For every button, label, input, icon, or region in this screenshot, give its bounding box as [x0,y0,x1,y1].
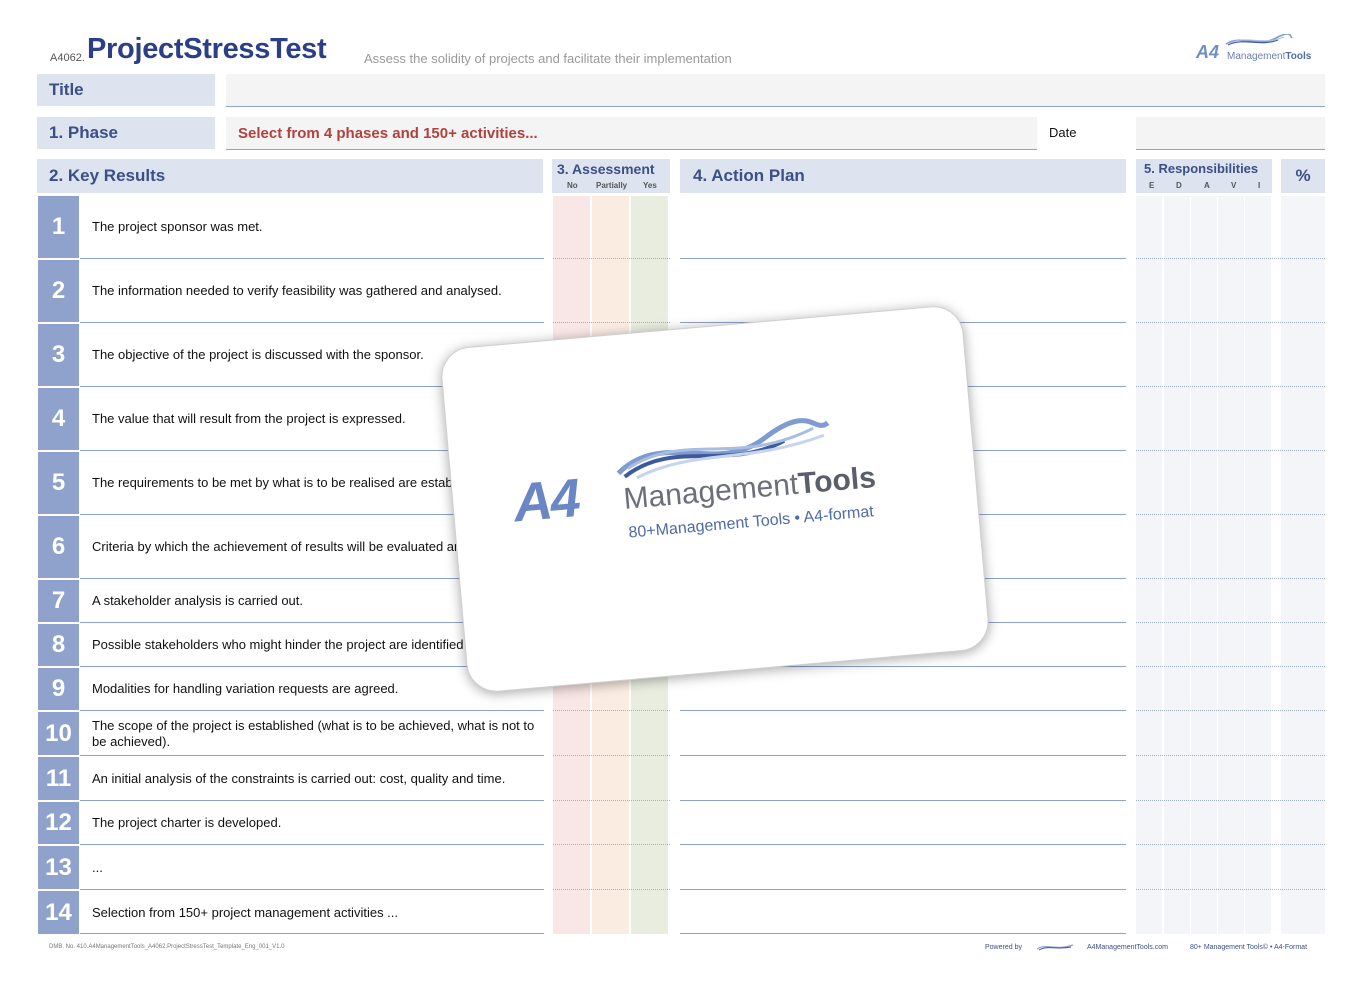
action-plan-line [680,800,1126,801]
row-divider [80,889,544,890]
row-number: 11 [38,757,79,800]
responsibility-divider [1136,578,1325,579]
date-field[interactable] [1136,117,1325,150]
footer-powered-by: Powered by [985,944,1022,951]
action-plan-line [680,258,1126,259]
row-number: 8 [38,624,79,666]
action-plan-line [680,710,1126,711]
resp-e-label: E [1149,181,1155,190]
key-result-text: Selection from 150+ project management a… [92,904,399,920]
responsibility-divider [1136,666,1325,667]
row-divider [80,755,544,756]
action-plan-line [680,933,1126,934]
resp-a-column[interactable] [1191,196,1217,934]
phase-label: 1. Phase [37,117,215,149]
action-plan-header: 4. Action Plan [680,159,1126,193]
row-number: 2 [38,260,79,322]
row-number: 4 [38,388,79,450]
responsibility-divider [1136,710,1325,711]
responsibilities-title: 5. Responsibilities [1144,161,1259,176]
assessment-header: 3. Assessment No Partially Yes [552,159,670,193]
overlay-a4-text: A4 [511,468,582,534]
responsibility-divider [1136,450,1325,451]
responsibility-divider [1136,755,1325,756]
responsibility-divider [1136,844,1325,845]
document-code: A4062. [50,52,85,64]
assessment-no-label: No [567,181,578,190]
action-plan-line [680,755,1126,756]
assessment-yes-label: Yes [643,181,657,190]
resp-d-column[interactable] [1164,196,1190,934]
page-subtitle: Assess the solidity of projects and faci… [364,51,732,66]
logo-a4-text: A4 [1196,42,1220,62]
responsibility-divider [1136,258,1325,259]
row-divider [80,844,544,845]
percent-column[interactable] [1281,196,1325,934]
action-plan-line [680,889,1126,890]
assessment-divider [553,322,670,323]
row-divider [80,258,544,259]
key-result-text: ... [92,859,103,875]
brand-logo: A4 ManagementTools [1194,34,1324,68]
assessment-divider [553,800,670,801]
key-results-header: 2. Key Results [37,159,543,193]
resp-v-column[interactable] [1218,196,1244,934]
assessment-divider [553,710,670,711]
footer-url[interactable]: A4ManagementTools.com [1087,944,1168,951]
responsibility-divider [1136,386,1325,387]
key-result-text: The project sponsor was met. [92,219,263,234]
resp-i-label: I [1258,181,1261,190]
row-number: 9 [38,668,79,710]
assessment-divider [553,889,670,890]
row-number: 1 [38,196,79,258]
row-divider [80,710,544,711]
row-divider [80,322,544,323]
wave-icon [1225,34,1293,46]
resp-v-label: V [1231,181,1237,190]
row-divider [80,933,544,934]
row-number: 13 [38,846,79,889]
row-number: 10 [38,712,79,755]
key-result-text: The scope of the project is established … [92,717,535,749]
resp-i-column[interactable] [1245,196,1271,934]
footer-doc-reference: DMB. No. 410.A4ManagementTools_A4062.Pro… [49,944,285,950]
resp-a-label: A [1204,181,1210,190]
key-result-text: The project charter is developed. [92,815,282,830]
resp-d-label: D [1176,181,1182,190]
date-label: Date [1049,125,1077,140]
responsibility-divider [1136,800,1325,801]
percent-header: % [1281,159,1325,193]
assessment-title: 3. Assessment [557,161,655,177]
footer-wave-icon [1036,944,1074,951]
row-number: 6 [38,516,79,578]
row-number: 5 [38,452,79,514]
assessment-divider [553,755,670,756]
responsibilities-header: 5. Responsibilities E D A V I [1136,159,1272,193]
row-number: 7 [38,580,79,622]
key-result-text: An initial analysis of the constraints i… [92,770,506,786]
logo-overlay-card: A4 ManagementTools 80+Management Tools •… [438,303,992,695]
responsibility-divider [1136,322,1325,323]
page-title: ProjectStressTest [87,33,327,65]
footer-tagline: 80+ Management Tools© • A4-Format [1190,944,1308,951]
resp-e-column[interactable] [1136,196,1162,934]
action-plan-line [680,844,1126,845]
responsibility-divider [1136,622,1325,623]
title-field[interactable] [226,74,1325,107]
responsibility-divider [1136,889,1325,890]
row-number: 12 [38,802,79,844]
title-label: Title [37,74,215,106]
assessment-partially-label: Partially [596,181,628,190]
logo-name: ManagementTools [1227,51,1312,62]
responsibility-divider [1136,514,1325,515]
assessment-divider [553,844,670,845]
key-result-text: The information needed to verify feasibi… [92,283,502,298]
row-number: 3 [38,324,79,386]
phase-value: Select from 4 phases and 150+ activities… [238,125,538,142]
assessment-divider [553,258,670,259]
row-number: 14 [38,891,79,934]
row-divider [80,800,544,801]
